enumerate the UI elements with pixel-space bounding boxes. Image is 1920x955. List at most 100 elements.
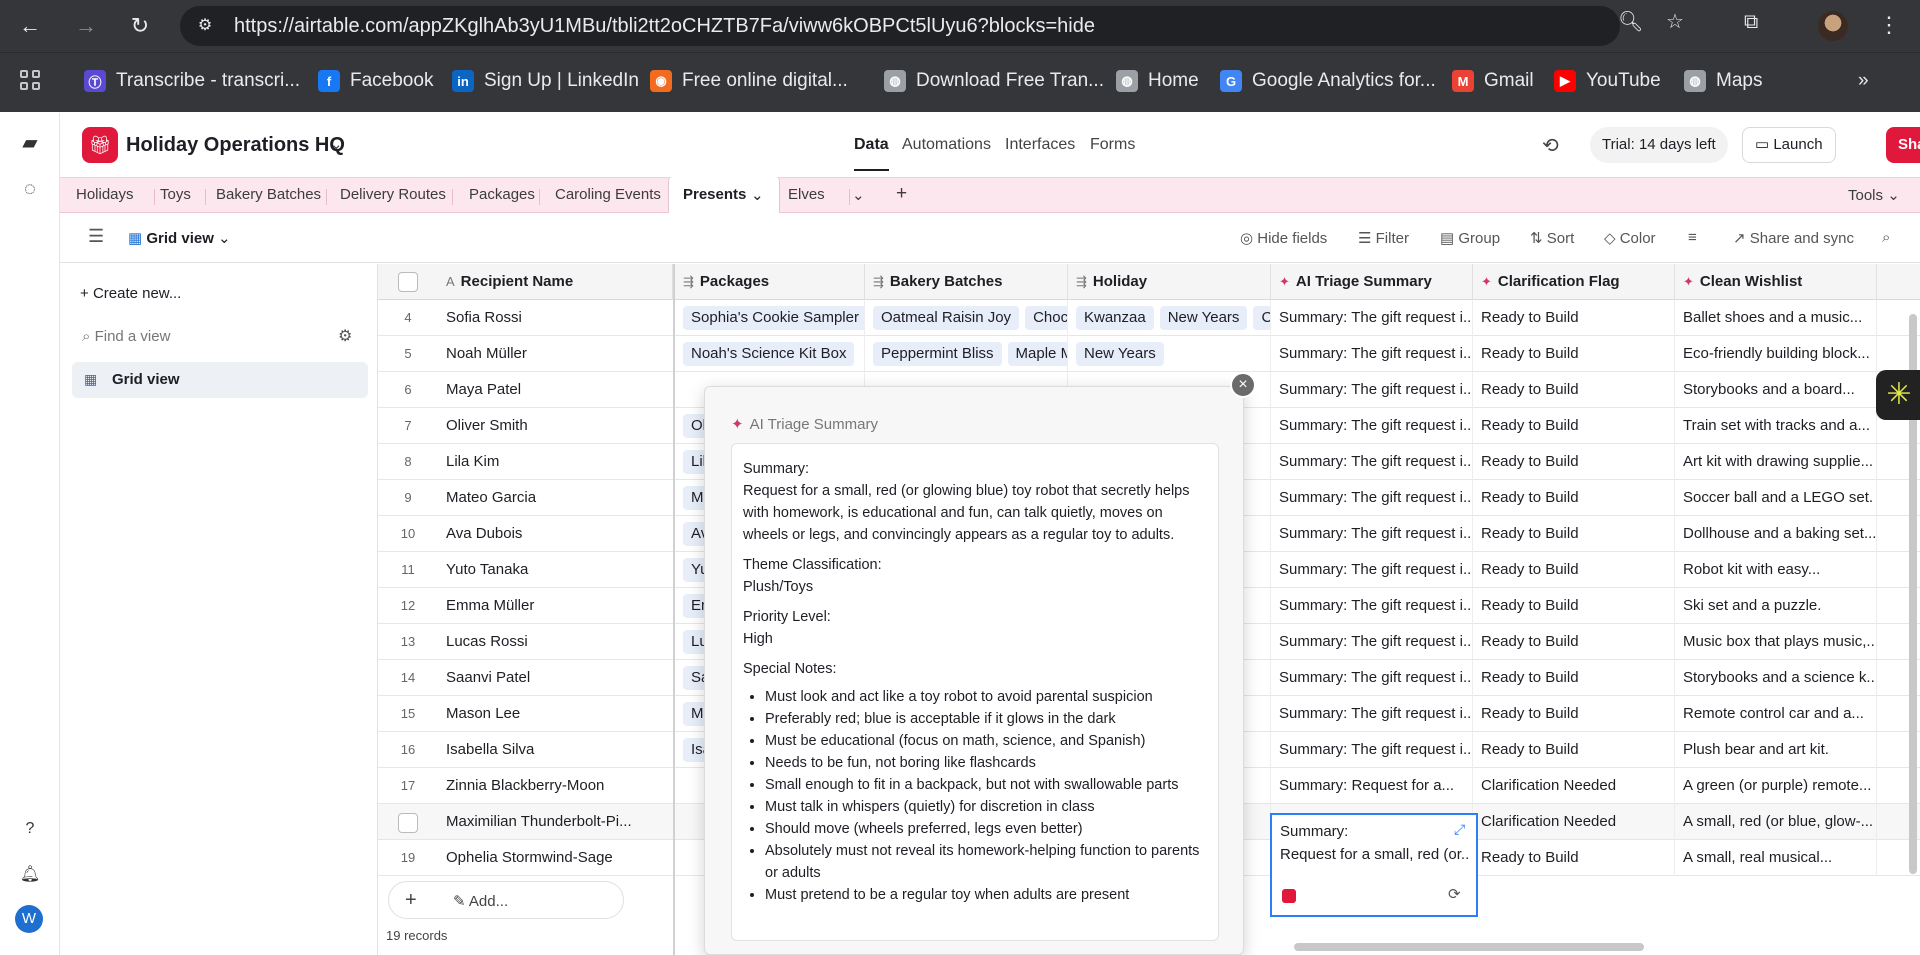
reload-icon[interactable]: ↻	[124, 10, 156, 42]
omni-loader-icon[interactable]: ◌	[16, 175, 44, 203]
cell-recipient-name[interactable]: Sofia Rossi	[438, 300, 673, 336]
row-number[interactable]: 13	[378, 624, 438, 660]
cell-clean-wishlist[interactable]: A small, real musical...	[1675, 840, 1877, 876]
cell-clean-wishlist[interactable]: Ballet shoes and a music...	[1675, 300, 1877, 336]
cell-clean-wishlist[interactable]: Remote control car and a...	[1675, 696, 1877, 732]
cell-holiday[interactable]: KwanzaaNew Years Chris	[1068, 300, 1271, 336]
cell-clarification-flag[interactable]: Ready to Build	[1473, 840, 1675, 876]
user-avatar[interactable]: W	[15, 905, 43, 933]
add-table-plus-icon[interactable]: +	[896, 183, 907, 205]
header-recipient-name[interactable]: A Recipient Name	[378, 264, 673, 300]
share-sync-button[interactable]: ↗ Share and sync	[1733, 229, 1854, 247]
close-icon[interactable]: ×	[1230, 372, 1256, 398]
tab-bakery-batches[interactable]: Bakery Batches	[216, 186, 321, 203]
tab-holidays[interactable]: Holidays	[76, 186, 134, 203]
bookmark-star-icon[interactable]: ☆	[1666, 12, 1684, 32]
header-holiday[interactable]: ⇶ Holiday	[1068, 264, 1271, 300]
cell-clean-wishlist[interactable]: Eco-friendly building block...	[1675, 336, 1877, 372]
cell-bakery-batches[interactable]: Peppermint BlissMaple Ma	[865, 336, 1068, 372]
share-button[interactable]: Share	[1886, 127, 1920, 163]
cell-recipient-name[interactable]: Yuto Tanaka	[438, 552, 673, 588]
search-icon[interactable]: ⌕	[1882, 229, 1890, 246]
bookmark-item[interactable]: Ⓣ Transcribe - transcri...	[84, 68, 300, 94]
more-bookmarks-icon[interactable]: »	[1858, 68, 1869, 94]
cell-recipient-name[interactable]: Lucas Rossi	[438, 624, 673, 660]
cell-clarification-flag[interactable]: Clarification Needed	[1473, 768, 1675, 804]
cell-ai-triage-summary[interactable]: Summary: The gift request i...	[1271, 624, 1473, 660]
row-number[interactable]: 14	[378, 660, 438, 696]
home-logo-icon[interactable]: ▰	[16, 129, 44, 157]
trial-badge[interactable]: Trial: 14 days left	[1590, 127, 1728, 163]
cell-clarification-flag[interactable]: Ready to Build	[1473, 444, 1675, 480]
row-number[interactable]: 16	[378, 732, 438, 768]
sort-button[interactable]: ⇅ Sort	[1530, 229, 1574, 247]
cell-recipient-name[interactable]: Lila Kim	[438, 444, 673, 480]
bookmark-item[interactable]: ◉ Free online digital...	[650, 68, 848, 94]
menu-kebab-icon[interactable]: ⋮	[1878, 14, 1900, 36]
gift-icon[interactable]: 🎁︎	[82, 127, 118, 163]
assistant-sparkle-icon[interactable]: ✳	[1876, 370, 1920, 420]
sidebar-item-grid-view[interactable]: ▦ Grid view	[72, 362, 368, 398]
tab-elves[interactable]: Elves	[788, 186, 825, 203]
linked-record-chip[interactable]: Maple Ma	[1007, 342, 1067, 367]
profile-avatar[interactable]	[1818, 11, 1848, 41]
extensions-icon[interactable]: ⧉	[1744, 12, 1758, 32]
nav-interfaces[interactable]: Interfaces	[1005, 136, 1075, 154]
row-checkbox[interactable]	[398, 812, 418, 833]
cell-ai-triage-summary[interactable]: Summary: The gift request i...	[1271, 372, 1473, 408]
cell-recipient-name[interactable]: Emma Müller	[438, 588, 673, 624]
linked-record-chip[interactable]: New Years	[1076, 342, 1164, 367]
cell-ai-triage-summary[interactable]: Summary: The gift request i...	[1271, 336, 1473, 372]
cell-ai-triage-summary[interactable]: Summary: The gift request i...	[1271, 552, 1473, 588]
cell-clean-wishlist[interactable]: A small, red (or blue, glow-...	[1675, 804, 1877, 840]
cell-clean-wishlist[interactable]: Storybooks and a science k...	[1675, 660, 1877, 696]
sidebar-toggle-hamburger-icon[interactable]: ☰	[88, 226, 104, 247]
color-button[interactable]: ◇ Color	[1604, 229, 1656, 247]
row-number[interactable]: 9	[378, 480, 438, 516]
zoom-icon[interactable]: 🔍︎	[1618, 12, 1643, 32]
nav-automations[interactable]: Automations	[902, 136, 991, 154]
cell-clean-wishlist[interactable]: Storybooks and a board...	[1675, 372, 1877, 408]
plus-icon[interactable]: +	[405, 889, 417, 912]
row-number[interactable]	[378, 804, 438, 840]
cell-ai-triage-summary[interactable]: Summary: The gift request i...	[1271, 480, 1473, 516]
cell-clarification-flag[interactable]: Clarification Needed	[1473, 804, 1675, 840]
cell-ai-triage-summary[interactable]: Summary: The gift request i...	[1271, 696, 1473, 732]
cell-clean-wishlist[interactable]: Robot kit with easy...	[1675, 552, 1877, 588]
cell-recipient-name[interactable]: Maximilian Thunderbolt-Pi...	[438, 804, 673, 840]
cell-clean-wishlist[interactable]: Art kit with drawing supplie...	[1675, 444, 1877, 480]
row-number[interactable]: 8	[378, 444, 438, 480]
create-view-button[interactable]: + Create new...	[80, 285, 181, 302]
linked-record-chip[interactable]: Noah's Science Kit Box	[683, 342, 855, 367]
bookmark-item[interactable]: M Gmail	[1452, 68, 1534, 94]
cell-clean-wishlist[interactable]: Music box that plays music,...	[1675, 624, 1877, 660]
cell-clean-wishlist[interactable]: Ski set and a puzzle.	[1675, 588, 1877, 624]
cell-recipient-name[interactable]: Ava Dubois	[438, 516, 673, 552]
cell-clarification-flag[interactable]: Ready to Build	[1473, 624, 1675, 660]
find-view-input[interactable]: ⌕ Find a view	[82, 328, 170, 345]
cell-bakery-batches[interactable]: Oatmeal Raisin JoyChoco M	[865, 300, 1068, 336]
linked-record-chip[interactable]: New Years	[1159, 306, 1248, 331]
view-switcher[interactable]: ▦ Grid view ⌄	[128, 229, 231, 247]
add-with-ai-button[interactable]: ✎ Add...	[453, 892, 508, 910]
tab-caroling-events[interactable]: Caroling Events	[555, 186, 661, 203]
row-number[interactable]: 19	[378, 840, 438, 876]
linked-record-chip[interactable]: Choco M	[1025, 306, 1067, 331]
address-bar[interactable]: ⚙ https://airtable.com/appZKglhAb3yU1MBu…	[180, 6, 1620, 46]
all-tables-chevron-icon[interactable]: ⌄	[852, 186, 865, 204]
header-packages[interactable]: ⇶ Packages	[675, 264, 865, 300]
horizontal-scrollbar[interactable]	[1294, 943, 1644, 951]
active-cell-ai-triage-summary[interactable]: Summary: Request for a small, red (or...…	[1270, 813, 1478, 917]
regenerate-icon[interactable]: ⟳	[1448, 885, 1461, 903]
cell-recipient-name[interactable]: Mateo Garcia	[438, 480, 673, 516]
cell-recipient-name[interactable]: Isabella Silva	[438, 732, 673, 768]
header-clean-wishlist[interactable]: ✦ Clean Wishlist	[1675, 264, 1877, 300]
cell-clarification-flag[interactable]: Ready to Build	[1473, 480, 1675, 516]
bookmark-item[interactable]: G Google Analytics for...	[1220, 68, 1436, 94]
chevron-down-icon[interactable]: ⌄	[751, 186, 764, 204]
cell-clarification-flag[interactable]: Ready to Build	[1473, 300, 1675, 336]
url-text[interactable]: https://airtable.com/appZKglhAb3yU1MBu/t…	[234, 16, 1095, 36]
header-bakery-batches[interactable]: ⇶ Bakery Batches	[865, 264, 1068, 300]
add-record-button[interactable]: + ✎ Add...	[388, 881, 624, 919]
chevron-down-icon[interactable]: ⌄	[330, 135, 343, 153]
